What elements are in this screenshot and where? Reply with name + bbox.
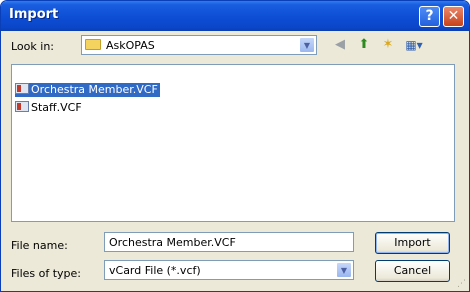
help-button[interactable]: ? <box>419 6 440 27</box>
look-in-dropdown[interactable]: AskOPAS ▼ <box>81 35 317 55</box>
folder-icon <box>85 39 101 50</box>
look-in-value: AskOPAS <box>106 39 155 52</box>
resize-grip-icon[interactable]: ⋰ <box>457 279 467 289</box>
file-name-input[interactable]: Orchestra Member.VCF <box>104 232 354 252</box>
up-folder-icon[interactable]: ⬆ <box>355 37 373 53</box>
close-button[interactable]: ✕ <box>443 6 464 27</box>
file-item-staff[interactable]: Staff.VCF <box>15 101 84 115</box>
file-name-label: File name: <box>11 239 68 252</box>
vcard-icon <box>15 101 29 112</box>
views-menu-icon[interactable]: ▦▾ <box>401 37 427 53</box>
window-title: Import <box>9 7 59 22</box>
file-item-label: Staff.VCF <box>31 101 82 114</box>
back-arrow-icon[interactable]: ◀ <box>331 37 349 53</box>
file-item-label: Orchestra Member.VCF <box>31 83 158 96</box>
title-bar[interactable]: Import ? ✕ <box>1 1 469 31</box>
chevron-down-icon[interactable]: ▼ <box>299 37 315 53</box>
files-of-type-dropdown[interactable]: vCard File (*.vcf) ▼ <box>104 260 354 280</box>
chevron-down-icon[interactable]: ▼ <box>336 262 352 278</box>
cancel-button[interactable]: Cancel <box>375 260 450 282</box>
file-list[interactable]: Orchestra Member.VCF Staff.VCF <box>11 64 455 222</box>
import-button[interactable]: Import <box>375 232 450 254</box>
files-of-type-label: Files of type: <box>11 267 82 280</box>
new-folder-icon[interactable]: ✶ <box>379 37 397 53</box>
file-item-orchestra-member[interactable]: Orchestra Member.VCF <box>15 83 160 97</box>
files-of-type-value: vCard File (*.vcf) <box>109 264 201 277</box>
vcard-icon <box>15 83 29 94</box>
import-dialog: Import ? ✕ Look in: AskOPAS ▼ ◀ ⬆ ✶ ▦▾ O… <box>0 0 470 292</box>
look-in-label: Look in: <box>11 40 54 53</box>
